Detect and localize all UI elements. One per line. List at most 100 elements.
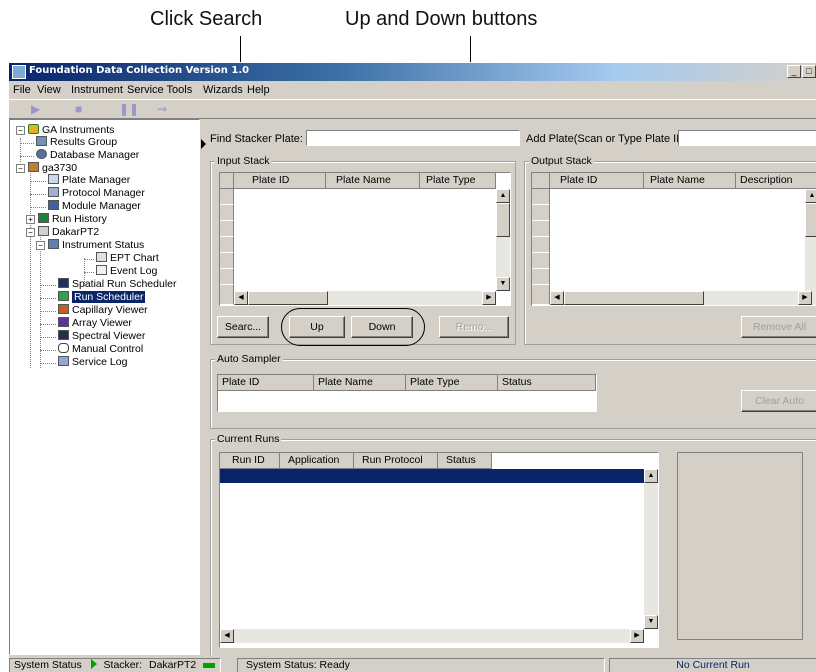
spatial-icon <box>58 278 69 288</box>
current-runs-table: Run ID Application Run Protocol Status ▲… <box>219 452 659 648</box>
scroll-up-arrow-icon[interactable]: ▲ <box>644 469 658 483</box>
tree-item-event-log[interactable]: Event Log <box>96 265 157 278</box>
search-button[interactable]: Searc... <box>217 316 269 338</box>
scroll-thumb[interactable] <box>496 203 510 237</box>
output-stack-vertical-scrollbar[interactable]: ▲ <box>805 189 816 291</box>
menu-view[interactable]: View <box>37 84 61 96</box>
scroll-up-arrow-icon[interactable]: ▲ <box>496 189 510 203</box>
tree-item-database-manager[interactable]: Database Manager <box>36 149 139 162</box>
row-header <box>220 221 234 237</box>
status-ok-icon <box>90 659 97 669</box>
column-header[interactable]: Plate Type <box>406 375 498 391</box>
remove-button[interactable]: Remo... <box>439 316 509 338</box>
tree-item-dakarpt2[interactable]: DakarPT2 <box>38 226 99 239</box>
column-header[interactable]: Description <box>736 173 816 189</box>
add-plate-input[interactable] <box>678 130 816 146</box>
column-header[interactable]: Status <box>498 375 596 391</box>
tree-item-manual-control[interactable]: Manual Control <box>58 343 143 356</box>
output-stack-horizontal-scrollbar[interactable]: ◀ ▶ <box>550 291 816 305</box>
collapse-dakar-toggle[interactable]: − <box>26 228 35 237</box>
expand-run-history-toggle[interactable]: + <box>26 215 35 224</box>
tree-item-plate-manager[interactable]: Plate Manager <box>48 174 130 187</box>
row-header <box>220 205 234 221</box>
scroll-left-arrow-icon[interactable]: ◀ <box>550 291 564 305</box>
skip-icon[interactable]: ⇝ <box>157 103 167 115</box>
column-header[interactable]: Run Protocol <box>354 453 438 469</box>
system-status-box: System Status Stacker: DakarPT2 <box>9 658 221 672</box>
scroll-down-arrow-icon[interactable]: ▼ <box>644 615 658 629</box>
tree-item-spatial-run-scheduler[interactable]: Spatial Run Scheduler <box>58 278 176 291</box>
input-stack-group: Input Stack Plate ID Plate Name Plate Ty… <box>210 155 516 346</box>
run-scheduler-panel: Find Stacker Plate: Add Plate(Scan or Ty… <box>204 119 816 655</box>
find-stacker-input[interactable] <box>306 130 520 146</box>
tree-item-results-group[interactable]: Results Group <box>36 136 117 149</box>
scroll-right-arrow-icon[interactable]: ▶ <box>798 291 812 305</box>
column-header[interactable]: Plate Name <box>644 173 736 189</box>
scroll-left-arrow-icon[interactable]: ◀ <box>234 291 248 305</box>
row-header-corner <box>532 173 550 189</box>
row-header <box>532 269 550 285</box>
tree-item-run-scheduler[interactable]: Run Scheduler <box>58 291 146 304</box>
tree-item-module-manager[interactable]: Module Manager <box>48 200 141 213</box>
scroll-left-arrow-icon[interactable]: ◀ <box>220 629 234 643</box>
remove-all-button[interactable]: Remove All <box>741 316 816 338</box>
tree-item-ept-chart[interactable]: EPT Chart <box>96 252 159 265</box>
menu-service-tools[interactable]: Service Tools <box>127 84 192 96</box>
output-stack-table: Plate ID Plate Name Description ▲ ◀ ▶ <box>531 172 816 306</box>
run-detail-panel <box>677 452 803 640</box>
maximize-button[interactable]: □ <box>802 65 816 78</box>
tree-item-service-log[interactable]: Service Log <box>58 356 127 369</box>
collapse-ga3730-toggle[interactable]: − <box>16 164 25 173</box>
scroll-thumb[interactable] <box>564 291 704 305</box>
row-header <box>532 285 550 305</box>
collapse-root-toggle[interactable]: − <box>16 126 25 135</box>
column-header[interactable]: Run ID <box>220 453 280 469</box>
current-runs-title: Current Runs <box>215 433 282 445</box>
tree-item-capillary-viewer[interactable]: Capillary Viewer <box>58 304 148 317</box>
column-header[interactable]: Plate ID <box>234 173 326 189</box>
tree-item-protocol-manager[interactable]: Protocol Manager <box>48 187 145 200</box>
column-header[interactable]: Plate ID <box>550 173 644 189</box>
minimize-button[interactable]: _ <box>787 65 801 78</box>
row-header <box>220 253 234 269</box>
results-group-icon <box>36 136 47 146</box>
stop-icon[interactable]: ■ <box>75 103 82 115</box>
input-stack-horizontal-scrollbar[interactable]: ◀ ▶ <box>234 291 496 305</box>
toolbar: ▶ ■ ❚❚ ⇝ <box>9 99 816 119</box>
column-header[interactable]: Application <box>280 453 354 469</box>
row-header <box>532 205 550 221</box>
array-icon <box>58 317 69 327</box>
menu-instrument[interactable]: Instrument <box>71 84 123 96</box>
column-header[interactable]: Plate Name <box>326 173 420 189</box>
current-runs-vertical-scrollbar[interactable]: ▲ ▼ <box>644 469 658 629</box>
input-stack-title: Input Stack <box>215 155 272 167</box>
collapse-instrument-status-toggle[interactable]: − <box>36 241 45 250</box>
row-header <box>532 221 550 237</box>
status-bar: System Status Stacker: DakarPT2 System S… <box>9 657 816 672</box>
tree-item-array-viewer[interactable]: Array Viewer <box>58 317 132 330</box>
selected-run-row[interactable] <box>220 469 644 483</box>
scroll-thumb[interactable] <box>805 203 816 237</box>
column-header[interactable]: Plate Name <box>314 375 406 391</box>
row-header <box>220 237 234 253</box>
tree-item-instrument-status[interactable]: Instrument Status <box>48 239 144 252</box>
menu-help[interactable]: Help <box>247 84 270 96</box>
scroll-thumb[interactable] <box>248 291 328 305</box>
pause-icon[interactable]: ❚❚ <box>119 103 139 115</box>
current-runs-horizontal-scrollbar[interactable]: ◀ ▶ <box>220 629 644 643</box>
play-icon[interactable]: ▶ <box>31 103 40 115</box>
scroll-up-arrow-icon[interactable]: ▲ <box>805 189 816 203</box>
menu-file[interactable]: File <box>13 84 31 96</box>
tree-item-run-history[interactable]: Run History <box>38 213 107 226</box>
input-stack-vertical-scrollbar[interactable]: ▲ ▼ <box>496 189 510 291</box>
column-header[interactable]: Status <box>438 453 492 469</box>
current-run-status: No Current Run <box>609 658 816 672</box>
tree-item-spectral-viewer[interactable]: Spectral Viewer <box>58 330 145 343</box>
clear-auto-button[interactable]: Clear Auto <box>741 390 816 412</box>
scroll-right-arrow-icon[interactable]: ▶ <box>482 291 496 305</box>
menu-wizards[interactable]: Wizards <box>203 84 243 96</box>
column-header[interactable]: Plate Type <box>420 173 496 189</box>
scroll-right-arrow-icon[interactable]: ▶ <box>630 629 644 643</box>
scroll-down-arrow-icon[interactable]: ▼ <box>496 277 510 291</box>
column-header[interactable]: Plate ID <box>218 375 314 391</box>
